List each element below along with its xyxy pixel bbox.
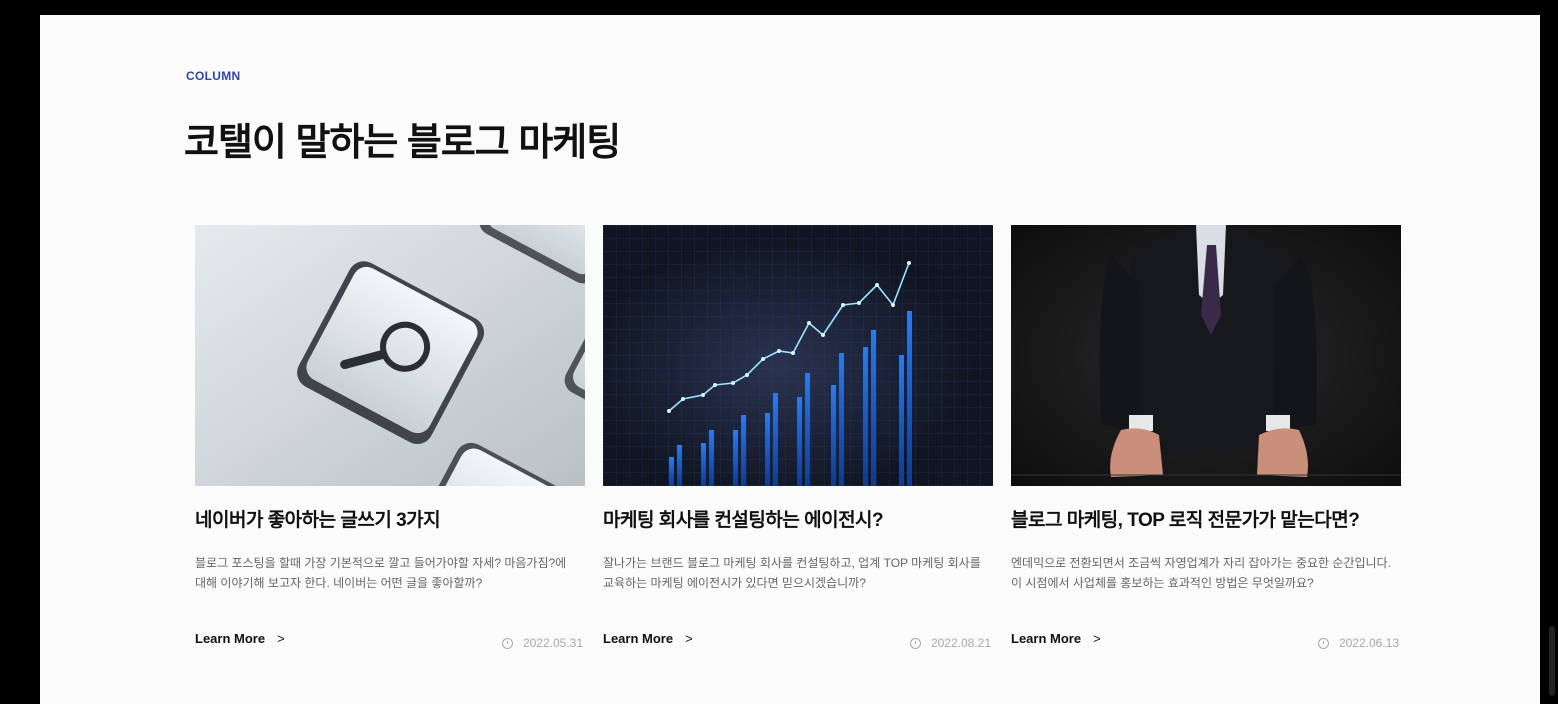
column-card[interactable]: 네이버가 좋아하는 글쓰기 3가지 블로그 포스팅을 할때 가장 기본적으로 깔… [195,225,585,665]
post-date-text: 2022.08.21 [930,636,991,650]
clock-icon [1317,637,1329,649]
section-eyebrow: COLUMN [186,69,241,83]
clock-icon [501,637,513,649]
column-card[interactable]: 블로그 마케팅, TOP 로직 전문가가 맡는다면? 엔데믹으로 전환되면서 조… [1011,225,1401,665]
post-date: 2022.06.13 [1317,636,1399,650]
card-excerpt: 블로그 포스팅을 할때 가장 기본적으로 깔고 들어가야할 자세? 마음가짐?에… [195,556,567,590]
column-card[interactable]: 마케팅 회사를 컨설팅하는 에이전시? 잘나가는 브랜드 블로그 마케팅 회사를… [603,225,993,665]
post-date-text: 2022.05.31 [522,636,583,650]
clock-icon [909,637,921,649]
learn-more-label: Learn More [1011,631,1082,646]
learn-more-link[interactable]: Learn More > [603,631,693,646]
card-title[interactable]: 네이버가 좋아하는 글쓰기 3가지 [195,505,585,532]
page: COLUMN 코탤이 말하는 블로그 마케팅 네이버가 좋아하는 글쓰기 3가지… [40,15,1555,704]
learn-more-label: Learn More [195,631,266,646]
chevron-right-icon: > [1093,631,1101,646]
growth-chart-photo[interactable] [603,225,993,486]
card-title[interactable]: 블로그 마케팅, TOP 로직 전문가가 맡는다면? [1011,505,1401,532]
post-date: 2022.05.31 [501,636,583,650]
learn-more-link[interactable]: Learn More > [195,631,285,646]
card-excerpt: 잘나가는 브랜드 블로그 마케팅 회사를 컨설팅하고, 업계 TOP 마케팅 회… [603,556,981,590]
post-date-text: 2022.06.13 [1338,636,1399,650]
card-excerpt: 엔데믹으로 전환되면서 조금씩 자영업계가 자리 잡아가는 중요한 순간입니다.… [1011,556,1391,590]
learn-more-link[interactable]: Learn More > [1011,631,1101,646]
card-title[interactable]: 마케팅 회사를 컨설팅하는 에이전시? [603,505,993,532]
post-date: 2022.08.21 [909,636,991,650]
businessman-photo[interactable] [1011,225,1401,486]
section-title: 코탤이 말하는 블로그 마케팅 [184,122,621,164]
chevron-right-icon: > [277,631,285,646]
magnifier-key-photo[interactable] [195,225,585,486]
learn-more-label: Learn More [603,631,674,646]
scrollbar-thumb[interactable] [1549,626,1555,696]
chevron-right-icon: > [685,631,693,646]
